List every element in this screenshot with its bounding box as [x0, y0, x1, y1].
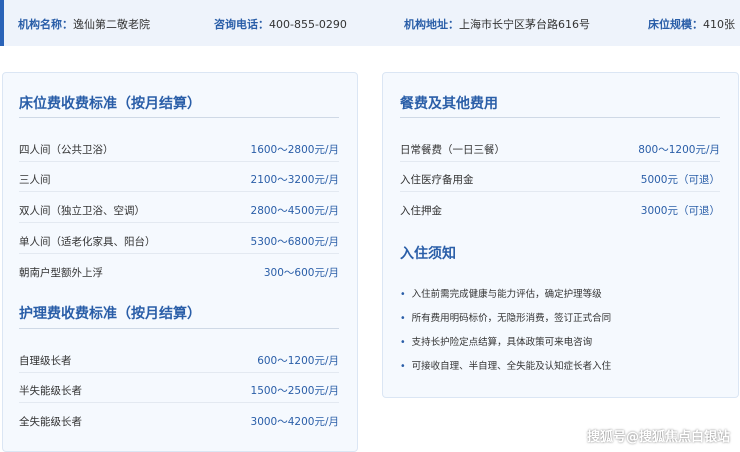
bed-fee-name: 朝南户型额外上浮: [19, 267, 103, 279]
bed-fee-name: 单人间（适老化家具、阳台）: [19, 236, 156, 248]
bed-fee-row: 朝南户型额外上浮 300～600元/月: [19, 255, 339, 285]
other-fee-price: 800～1200元/月: [638, 144, 720, 156]
bed-fee-name: 四人间（公共卫浴）: [19, 144, 114, 156]
bullet-icon: •: [400, 289, 406, 300]
other-fees-card: 餐费及其他费用 日常餐费（一日三餐） 800～1200元/月 入住医疗备用金 5…: [382, 72, 739, 398]
institution-name-label: 机构名称：: [18, 18, 73, 31]
bed-scale: 床位规模：410张: [648, 16, 735, 32]
care-fee-name: 自理级长者: [19, 355, 72, 367]
institution-info-bar: 机构名称：逸仙第二敬老院 咨询电话：400-855-0290 机构地址：上海市长…: [0, 0, 740, 46]
care-fee-name: 半失能级长者: [19, 385, 82, 397]
other-fee-price: 3000元（可退）: [640, 205, 720, 217]
consult-phone: 咨询电话：400-855-0290: [214, 16, 347, 32]
other-fees-divider: [400, 117, 720, 118]
other-fee-row: 入住押金 3000元（可退）: [400, 193, 720, 223]
bed-fee-row: 三人间 2100～3200元/月: [19, 162, 339, 192]
bed-fee-price: 1600～2800元/月: [250, 144, 339, 156]
bed-fee-row: 四人间（公共卫浴） 1600～2800元/月: [19, 132, 339, 162]
care-fee-price: 3000～4200元/月: [250, 416, 339, 428]
consult-phone-value[interactable]: 400-855-0290: [269, 18, 347, 31]
notice-text: 可接收自理、半自理、全失能及认知症长者入住: [411, 361, 612, 372]
bullet-icon: •: [400, 313, 406, 324]
source-watermark: 搜狐号@搜狐焦点白银站: [586, 430, 730, 445]
notice-text: 所有费用明码标价，无隐形消费，签订正式合同: [411, 313, 612, 324]
bed-fee-name: 三人间: [19, 174, 51, 186]
notice-item: • 入住前需完成健康与能力评估，确定护理等级: [400, 286, 602, 300]
notice-title: 入住须知: [400, 246, 456, 262]
bed-fee-row: 单人间（适老化家具、阳台） 5300～6800元/月: [19, 224, 339, 254]
institution-address-label: 机构地址：: [404, 18, 459, 31]
notice-item: • 可接收自理、半自理、全失能及认知症长者入住: [400, 358, 611, 372]
care-fee-row: 自理级长者 600～1200元/月: [19, 343, 339, 373]
notice-text: 支持长护险定点结算，具体政策可来电咨询: [411, 337, 593, 348]
care-fees-title: 护理费收费标准（按月结算）: [19, 306, 201, 322]
care-fee-price: 600～1200元/月: [257, 355, 339, 367]
notice-item: • 所有费用明码标价，无隐形消费，签订正式合同: [400, 310, 611, 324]
care-fees-divider: [19, 328, 339, 329]
bed-fee-price: 2100～3200元/月: [250, 174, 339, 186]
care-fee-row: 半失能级长者 1500～2500元/月: [19, 373, 339, 403]
bed-fee-price: 2800～4500元/月: [250, 205, 339, 217]
other-fee-row: 日常餐费（一日三餐） 800～1200元/月: [400, 132, 720, 162]
bed-scale-label: 床位规模：: [648, 18, 703, 31]
notice-item: • 支持长护险定点结算，具体政策可来电咨询: [400, 334, 592, 348]
fee-standards-card: 床位费收费标准（按月结算） 四人间（公共卫浴） 1600～2800元/月 三人间…: [2, 72, 358, 452]
other-fee-name: 日常餐费（一日三餐）: [400, 144, 505, 156]
care-fee-row: 全失能级长者 3000～4200元/月: [19, 404, 339, 434]
bed-fee-name: 双人间（独立卫浴、空调）: [19, 205, 145, 217]
care-fee-price: 1500～2500元/月: [250, 385, 339, 397]
bullet-icon: •: [400, 337, 406, 348]
bullet-icon: •: [400, 361, 406, 372]
other-fee-row: 入住医疗备用金 5000元（可退）: [400, 162, 720, 192]
bed-fees-divider: [19, 117, 339, 118]
institution-name: 机构名称：逸仙第二敬老院: [18, 16, 150, 32]
bed-fees-title: 床位费收费标准（按月结算）: [19, 96, 201, 112]
other-fees-title: 餐费及其他费用: [400, 96, 498, 112]
bed-scale-value: 410张: [703, 18, 735, 31]
other-fee-price: 5000元（可退）: [640, 174, 720, 186]
bed-fee-price: 5300～6800元/月: [250, 236, 339, 248]
bed-fee-row: 双人间（独立卫浴、空调） 2800～4500元/月: [19, 193, 339, 223]
institution-address: 机构地址：上海市长宁区茅台路616号: [404, 16, 590, 32]
care-fee-name: 全失能级长者: [19, 416, 82, 428]
other-fee-name: 入住押金: [400, 205, 442, 217]
institution-name-value: 逸仙第二敬老院: [73, 18, 150, 31]
other-fee-name: 入住医疗备用金: [400, 174, 474, 186]
bed-fee-price: 300～600元/月: [263, 267, 339, 279]
institution-address-value: 上海市长宁区茅台路616号: [459, 18, 590, 31]
consult-phone-label: 咨询电话：: [214, 18, 269, 31]
notice-text: 入住前需完成健康与能力评估，确定护理等级: [411, 289, 602, 300]
